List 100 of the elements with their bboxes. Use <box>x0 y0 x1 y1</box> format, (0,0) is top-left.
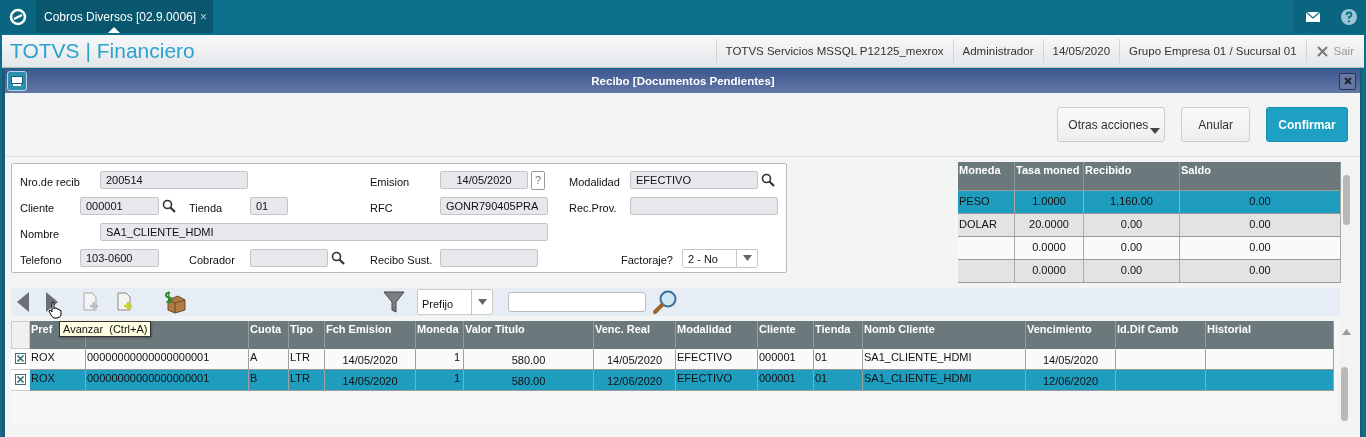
currency-row[interactable]: 0.0000 0.00 0.00 <box>958 237 1341 260</box>
close-icon[interactable] <box>1316 45 1328 57</box>
scroll-up-icon[interactable] <box>1342 329 1351 335</box>
session-info: Grupo Empresa 01 / Sucursal 01 <box>1119 39 1306 63</box>
table-cell: 000001 <box>758 349 814 369</box>
input-field[interactable]: 14/05/2020 <box>440 171 528 189</box>
input-field[interactable]: SA1_CLIENTE_HDMI <box>100 223 548 241</box>
input-field[interactable]: 01 <box>250 197 288 215</box>
table-cell: 20.0000 <box>1015 214 1084 236</box>
exit-button[interactable]: Sair <box>1305 39 1364 63</box>
field-label: Nombre <box>20 226 61 240</box>
back-arrow-icon[interactable] <box>16 291 30 313</box>
search-icon[interactable] <box>331 251 345 265</box>
confirm-button[interactable]: Confirmar <box>1266 107 1348 142</box>
field-label: Modalidad <box>569 174 621 188</box>
table-cell: PESO <box>958 191 1015 213</box>
table-cell: 0.00 <box>1084 237 1180 259</box>
input-field[interactable]: GONR790405PRA <box>440 197 548 215</box>
column-header[interactable]: Moneda <box>958 162 1015 190</box>
column-header[interactable]: Recibido <box>1084 162 1180 190</box>
app-logo-icon[interactable] <box>0 0 36 33</box>
cancel-button[interactable]: Anular <box>1181 107 1250 142</box>
field-label: Tienda <box>189 200 224 214</box>
table-cell: 14/05/2020 <box>594 349 676 369</box>
filter-icon[interactable] <box>383 290 405 314</box>
caret-icon[interactable] <box>477 299 487 305</box>
table-cell: 0.00 <box>1084 214 1180 236</box>
money-box-icon[interactable] <box>163 290 187 314</box>
select-field[interactable]: 2 - No <box>682 248 758 268</box>
close-icon[interactable] <box>1339 72 1356 90</box>
input-field[interactable]: 000001 <box>80 197 159 215</box>
input-field[interactable] <box>250 249 328 267</box>
caret-icon[interactable] <box>742 255 752 261</box>
table-cell: 1 <box>416 349 464 369</box>
table-row[interactable]: ROX 00000000000000000001 B LTR 14/05/2020 1 580.00 12/06/2020 EFECTIVO 000001 01 SA1_CLIENTE_HDMI 12/06/2020 <box>30 370 1334 391</box>
table-cell: 0.0000 <box>1015 237 1084 259</box>
table-cell: LTR <box>289 349 325 369</box>
tab-close[interactable]: × <box>200 9 208 24</box>
input-field[interactable] <box>630 197 778 215</box>
column-header[interactable]: Tasa moned <box>1015 162 1084 190</box>
table-cell: ROX <box>30 370 86 390</box>
table-cell: A <box>249 349 289 369</box>
tooltip: Avanzar (Ctrl+A) <box>59 321 152 337</box>
table-cell: ROX <box>30 349 86 369</box>
table-cell: 01 <box>814 349 863 369</box>
table-cell: 580.00 <box>464 349 594 369</box>
table-cell: 00000000000000000001 <box>86 370 249 390</box>
module-title: TOTVS | Financiero <box>9 39 195 63</box>
table-cell: SA1_CLIENTE_HDMI <box>863 349 1026 369</box>
table-cell: 1.0000 <box>1015 191 1084 213</box>
table-cell: EFECTIVO <box>676 349 758 369</box>
search-field[interactable] <box>508 292 646 312</box>
table-cell: 12/06/2020 <box>1026 370 1116 390</box>
field-label: Cliente <box>20 200 56 214</box>
field-label: Rec.Prov. <box>569 200 618 214</box>
table-cell: B <box>249 370 289 390</box>
table-cell: 00000000000000000001 <box>86 349 249 369</box>
table-row[interactable]: ROX 00000000000000000001 A LTR 14/05/2020 1 580.00 14/05/2020 EFECTIVO 000001 01 SA1_CLIENTE_HDMI 14/05/2020 <box>30 349 1334 370</box>
dialog-title: Recibo [Documentos Pendientes] <box>590 75 776 87</box>
field-label: Telefono <box>20 252 63 266</box>
table-cell: 0.00 <box>1084 260 1180 282</box>
currency-row[interactable]: PESO 1.0000 1,160.00 0.00 <box>958 191 1341 214</box>
input-field[interactable] <box>440 249 538 267</box>
table-cell: 580.00 <box>464 370 594 390</box>
table-cell: 0.0000 <box>1015 260 1084 282</box>
table-cell: 1,160.00 <box>1084 191 1180 213</box>
mail-icon[interactable] <box>1294 0 1330 33</box>
input-field[interactable]: 200514 <box>100 171 248 189</box>
input-field[interactable]: 103-0600 <box>80 249 159 267</box>
table-cell: 01 <box>814 370 863 390</box>
window-icon <box>7 71 27 91</box>
help-icon[interactable] <box>1330 0 1366 33</box>
table-cell: 14/05/2020 <box>325 370 416 390</box>
table-cell: 12/06/2020 <box>594 370 676 390</box>
field-label: Emision <box>370 174 411 188</box>
field-label: Factoraje? <box>621 252 674 266</box>
checkbox[interactable] <box>15 374 26 385</box>
session-info: 14/05/2020 <box>1042 39 1120 63</box>
table-cell: 14/05/2020 <box>1026 349 1116 369</box>
currency-row[interactable]: 0.0000 0.00 0.00 <box>958 260 1341 283</box>
field-label: Nro.de recib <box>20 174 81 188</box>
table-cell: 14/05/2020 <box>325 349 416 369</box>
table-cell: 1 <box>416 370 464 390</box>
module-tab[interactable]: Cobros Diversos [02.9.0006] × <box>36 0 214 33</box>
field-label: Cobrador <box>189 252 236 266</box>
help-button[interactable]: ? <box>531 170 545 190</box>
session-info: Administrador <box>952 39 1043 63</box>
search-icon[interactable] <box>162 199 176 213</box>
checkbox[interactable] <box>15 353 26 364</box>
input-field[interactable]: EFECTIVO <box>630 171 758 189</box>
more-actions-button[interactable]: Otras acciones <box>1057 107 1166 142</box>
hand-cursor-icon <box>48 301 62 319</box>
currency-row[interactable]: DOLAR 20.0000 0.00 0.00 <box>958 214 1341 237</box>
filter-select[interactable]: Prefijo <box>417 289 493 315</box>
table-cell: EFECTIVO <box>676 370 758 390</box>
table-cell: DOLAR <box>958 214 1015 236</box>
search-icon[interactable] <box>761 173 775 187</box>
session-info: TOTVS Servicios MSSQL P12125_mexrox <box>715 39 953 63</box>
caret-icon[interactable] <box>1150 128 1161 134</box>
table-cell: SA1_CLIENTE_HDMI <box>863 370 1026 390</box>
